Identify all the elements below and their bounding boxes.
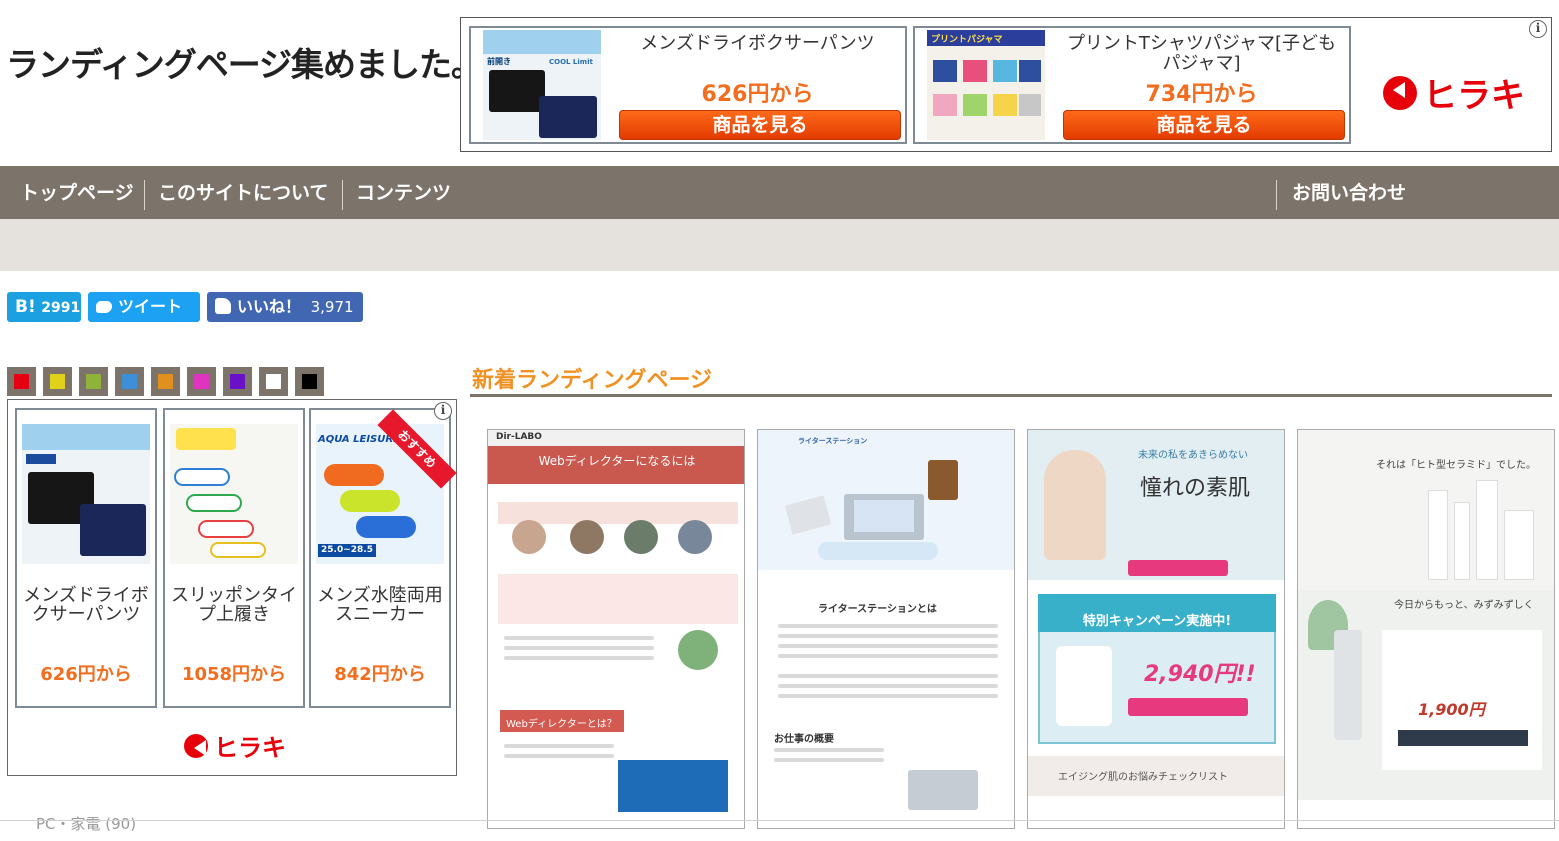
ad-product-card[interactable]: プリントパジャマ プリントTシャツパジャマ[子どもパジャマ] 734円から 商品… [913,26,1351,144]
color-swatch-green[interactable] [79,367,108,396]
ad-product-name[interactable]: プリントTシャツパジャマ[子どもパジャマ] [1060,34,1343,74]
ad-product-name[interactable]: メンズドライボクサーパンツ [616,34,899,54]
color-swatch-purple[interactable] [223,367,252,396]
side-ad-product-card[interactable]: スリッポンタイプ上履き 1058円から [163,408,305,708]
color-swatch-red[interactable] [7,367,36,396]
sidebar-ad: メンズドライボクサーパンツ 626円から スリッポンタイプ上履き 1058円から… [7,399,457,776]
color-swatch-white[interactable] [259,367,288,396]
color-swatch-pink[interactable] [187,367,216,396]
ad-info-icon[interactable]: i [1529,20,1547,38]
side-ad-product-card[interactable]: AQUA LEISURE 25.0~28.5 おすすめ メンズ水陸両用スニーカー… [309,408,457,708]
nav-divider [1276,180,1277,210]
nav-contact[interactable]: お問い合わせ [1292,176,1406,210]
thumbs-up-icon [215,298,231,314]
hatena-bookmark-button[interactable]: B! 2991 [7,292,81,322]
nav-divider [144,180,145,210]
top-banner-ad: 前開き COOL Limit メンズドライボクサーパンツ 626円から 商品を見… [460,17,1552,152]
color-swatch-orange[interactable] [151,367,180,396]
hiraki-mark-icon [184,733,208,758]
scroll-edge [0,820,1559,821]
lp-thumbnail[interactable]: それは「ヒト型セラミド」でした。 今日からもっと、みずみずしく 1,900円 [1297,429,1555,829]
lp-thumbnail[interactable]: 未来の私をあきらめない 憧れの素肌 特別キャンペーン実施中! 2,940円!! … [1027,429,1285,829]
nav-top-page[interactable]: トップページ [20,176,134,210]
side-ad-product-name[interactable]: メンズドライボクサーパンツ [19,586,153,624]
lp-thumbnail[interactable]: Dir-LABO Webディレクターになるには Webディレクターとは？ [487,429,745,829]
nav-contents[interactable]: コンテンツ [356,176,451,210]
aqua-shoes-image: AQUA LEISURE 25.0~28.5 おすすめ [316,409,457,564]
side-ad-product-price: 626円から [40,664,132,685]
category-link-pc[interactable]: PC・家電 (90) [36,813,136,834]
ad-product-price: 734円から [1145,82,1258,107]
side-ad-product-price: 1058円から [181,664,287,685]
section-title: 新着ランディングページ [472,367,713,393]
side-ad-product-card[interactable]: メンズドライボクサーパンツ 626円から [15,408,157,708]
nav-divider [342,180,343,210]
ad-info-icon[interactable]: i [434,402,452,420]
boxer-shorts-image [22,424,150,564]
ad-product-card[interactable]: 前開き COOL Limit メンズドライボクサーパンツ 626円から 商品を見… [469,26,907,144]
color-swatch-yellow[interactable] [43,367,72,396]
side-ad-product-name[interactable]: メンズ水陸両用スニーカー [313,586,447,624]
lp-thumbnail[interactable]: ライターステーション ライターステーションとは お仕事の概要 [757,429,1015,829]
nav-about[interactable]: このサイトについて [158,176,328,210]
twitter-bird-icon [96,301,112,313]
hiraki-mark-icon [1383,75,1417,110]
boxer-shorts-image: 前開き COOL Limit [483,30,601,140]
tweet-button[interactable]: ツイート [88,292,200,322]
slip-on-shoes-image [170,424,298,564]
color-swatch-blue[interactable] [115,367,144,396]
pajama-image: プリントパジャマ [927,30,1045,140]
hiraki-logo[interactable]: ヒラキ [1383,68,1525,117]
global-nav: トップページ このサイトについて コンテンツ お問い合わせ [0,166,1559,219]
side-ad-product-name[interactable]: スリッポンタイプ上履き [167,586,301,624]
section-divider [470,394,1552,397]
sub-bar [0,219,1559,271]
view-product-button[interactable]: 商品を見る [1063,110,1345,140]
view-product-button[interactable]: 商品を見る [619,110,901,140]
hiraki-logo[interactable]: ヒラキ [184,728,286,763]
color-swatch-black[interactable] [295,367,324,396]
side-ad-product-price: 842円から [334,664,426,685]
recommend-badge: おすすめ [377,409,457,489]
ad-product-price: 626円から [701,82,814,107]
facebook-like-button[interactable]: いいね！ 3,971 [207,292,363,322]
site-title[interactable]: ランディングページ集めました。 [6,38,484,86]
